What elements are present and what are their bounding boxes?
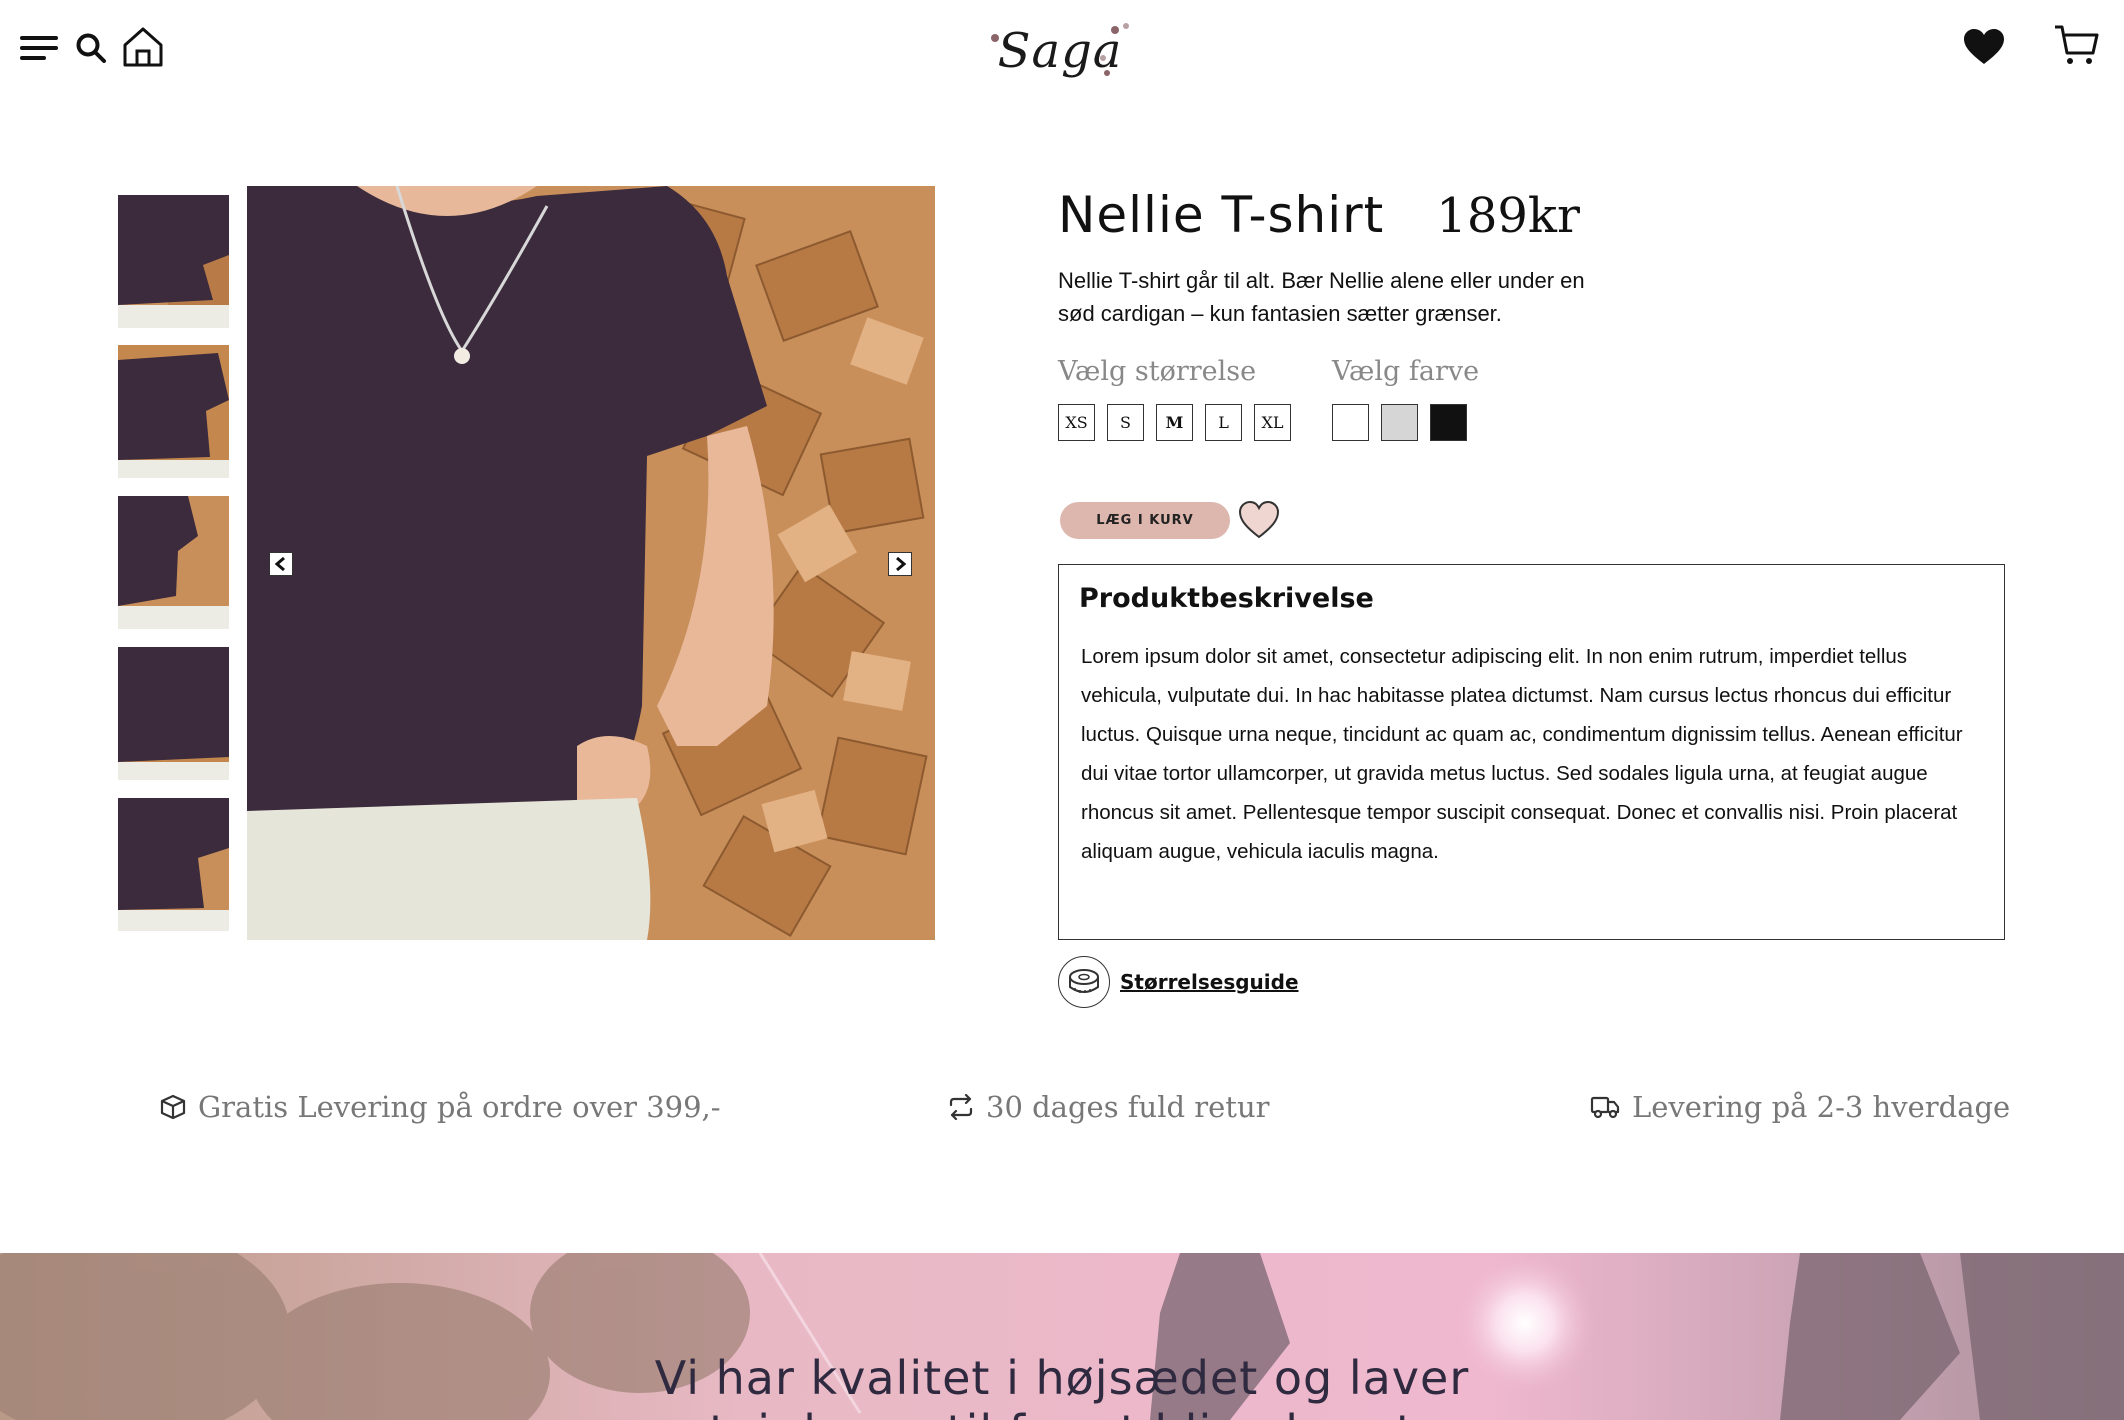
- size-label: Vælg størrelse: [1058, 356, 1257, 387]
- banner-heading: Vi har kvalitet i højsædet og laver tøj …: [0, 1351, 2124, 1420]
- add-to-cart-button[interactable]: LÆG I KURV: [1060, 502, 1230, 539]
- product-main-image: [247, 186, 935, 940]
- logo[interactable]: Saga: [985, 18, 1135, 84]
- color-option-grey[interactable]: [1381, 404, 1418, 441]
- product-description-box: Produktbeskrivelse Lorem ipsum dolor sit…: [1058, 564, 2005, 940]
- product-price: 189kr: [1436, 188, 1580, 244]
- color-label: Vælg farve: [1332, 356, 1480, 387]
- benefit-text: 30 dages fuld retur: [986, 1090, 1270, 1124]
- wishlist-heart-icon[interactable]: [1238, 500, 1280, 540]
- heart-icon[interactable]: [1962, 26, 2006, 68]
- benefit-returns: 30 dages fuld retur: [948, 1090, 1270, 1124]
- gallery-thumbnail-3[interactable]: [118, 496, 229, 629]
- return-icon: [948, 1094, 974, 1120]
- box-icon: [160, 1094, 186, 1120]
- benefit-text: Gratis Levering på ordre over 399,-: [198, 1090, 721, 1124]
- size-option-m[interactable]: M: [1156, 404, 1193, 441]
- gallery-next-arrow[interactable]: [888, 552, 912, 576]
- size-guide-link[interactable]: Størrelsesguide: [1058, 956, 1299, 1008]
- site-header: Saga: [0, 0, 2124, 100]
- cart-icon[interactable]: [2052, 22, 2100, 68]
- size-option-xs[interactable]: XS: [1058, 404, 1095, 441]
- brand-banner: Vi har kvalitet i højsædet og laver tøj …: [0, 1253, 2124, 1420]
- search-icon[interactable]: [74, 30, 108, 66]
- product-title-row: Nellie T-shirt 189kr: [1058, 186, 1580, 244]
- gallery-thumbnail-4[interactable]: [118, 647, 229, 780]
- size-option-l[interactable]: L: [1205, 404, 1242, 441]
- product-short-description: Nellie T-shirt går til alt. Bær Nellie a…: [1058, 268, 1585, 326]
- product-title: Nellie T-shirt: [1058, 186, 1385, 244]
- size-option-xl[interactable]: XL: [1254, 404, 1291, 441]
- color-option-black[interactable]: [1430, 404, 1467, 441]
- product-description-text: Lorem ipsum dolor sit amet, consectetur …: [1081, 645, 1963, 863]
- logo-text: Saga: [997, 23, 1123, 79]
- gallery-thumbnail-2[interactable]: [118, 345, 229, 478]
- benefit-delivery-time: Levering på 2-3 hverdage: [1590, 1090, 2010, 1124]
- size-option-s[interactable]: S: [1107, 404, 1144, 441]
- size-guide-label: Størrelsesguide: [1120, 970, 1299, 994]
- gallery-prev-arrow[interactable]: [269, 552, 293, 576]
- color-option-white[interactable]: [1332, 404, 1369, 441]
- home-icon[interactable]: [120, 24, 166, 70]
- banner-line-2: tøj der er til for at blive brugt: [0, 1405, 2124, 1420]
- benefit-text: Levering på 2-3 hverdage: [1632, 1090, 2011, 1124]
- benefit-free-delivery: Gratis Levering på ordre over 399,-: [160, 1090, 721, 1124]
- measuring-tape-icon: [1058, 956, 1110, 1008]
- product-description-heading: Produktbeskrivelse: [1079, 583, 1374, 614]
- gallery-thumbnail-1[interactable]: [118, 195, 229, 328]
- gallery-thumbnail-5[interactable]: [118, 798, 229, 931]
- menu-icon[interactable]: [20, 30, 60, 66]
- banner-line-1: Vi har kvalitet i højsædet og laver: [654, 1351, 1470, 1405]
- truck-icon: [1590, 1094, 1620, 1120]
